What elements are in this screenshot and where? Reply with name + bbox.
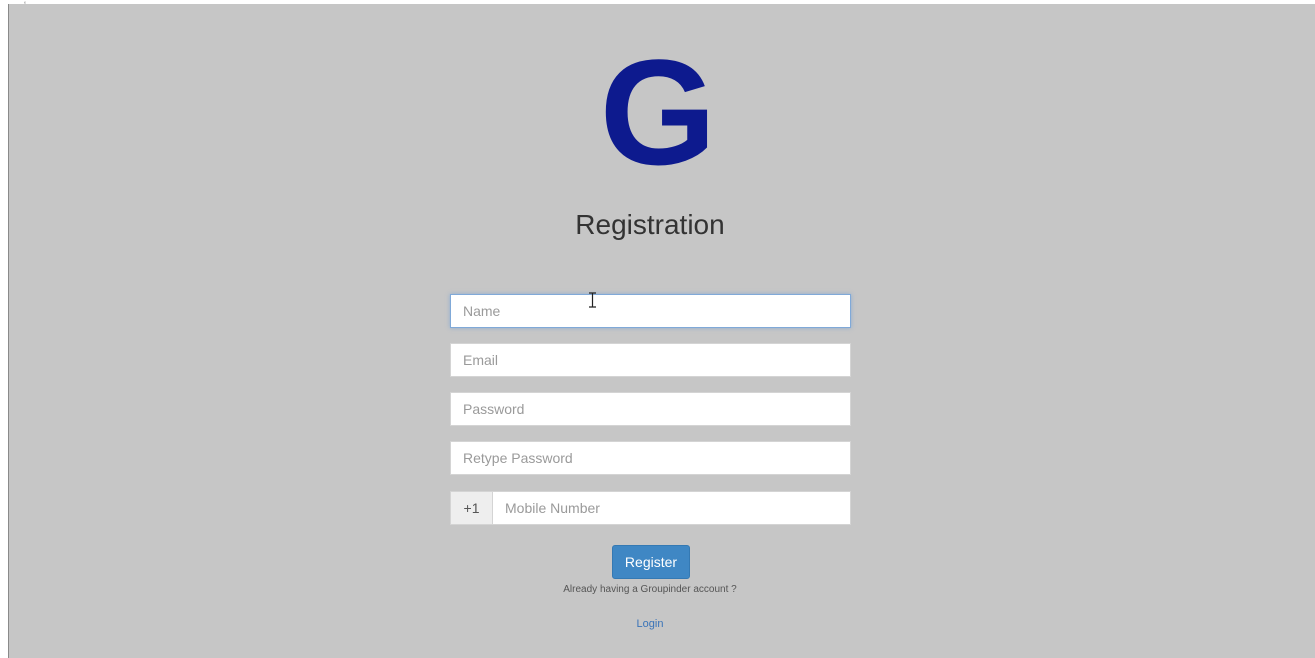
retype-password-input[interactable] — [450, 441, 851, 475]
email-input[interactable] — [450, 343, 851, 377]
logo-letter: G — [599, 27, 717, 196]
text-cursor-icon-svg — [589, 292, 596, 308]
country-code-prefix: +1 — [450, 491, 492, 525]
text-cursor-icon — [588, 292, 597, 311]
page-title: Registration — [575, 209, 725, 240]
password-input[interactable] — [450, 392, 851, 426]
mobile-input-group: +1 — [450, 491, 851, 525]
logo: G — [597, 37, 717, 187]
mobile-number-input[interactable] — [492, 491, 851, 525]
login-link[interactable]: Login — [450, 618, 850, 630]
already-have-account-text: Already having a Groupinder account ? — [563, 584, 737, 595]
registration-page: G Registration +1 Register Already havin… — [8, 4, 1315, 658]
register-button[interactable]: Register — [612, 545, 690, 579]
name-input[interactable] — [450, 294, 851, 328]
